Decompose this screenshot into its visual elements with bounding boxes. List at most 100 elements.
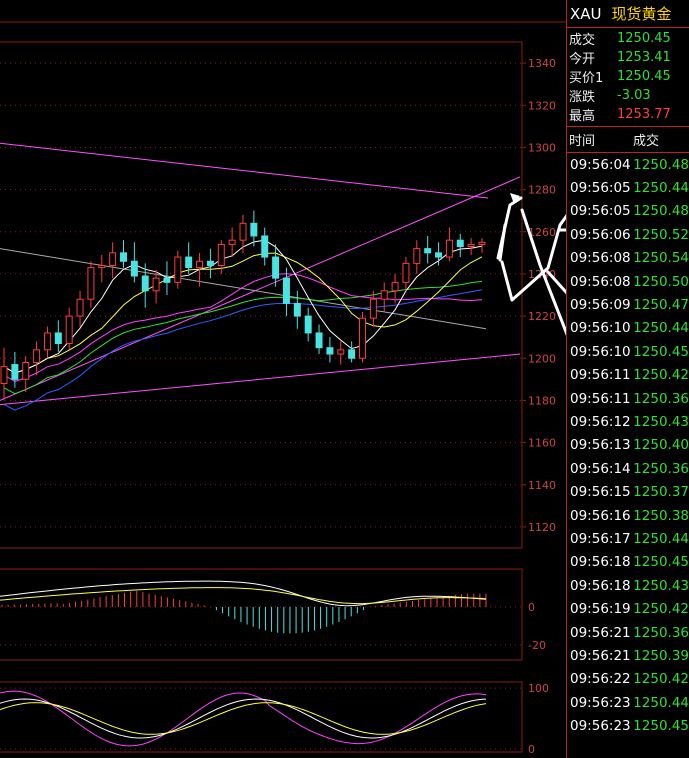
tick-time: 09:56:16 (570, 507, 631, 524)
tick-price: 1250.43 (633, 577, 689, 594)
tick-price: 1250.42 (633, 367, 689, 384)
tick-price: 1250.47 (633, 297, 689, 314)
kdj-d-line (0, 702, 487, 735)
tick-row: 09:56:16 1250.38 (567, 504, 689, 527)
tick-time: 09:56:12 (570, 413, 631, 430)
tick-time: 09:56:22 (570, 671, 631, 688)
candle-body (380, 290, 388, 300)
tick-header: 时间 成交 (567, 127, 689, 153)
candle-body (272, 256, 280, 279)
quote-label: 成交 (569, 33, 596, 48)
price-tick-label: 1160 (528, 437, 556, 450)
symbol-name: 现货黄金 (611, 5, 672, 23)
chart-area[interactable]: 1340 1320 1300 1280 1260 1240 1220 1200 1180 1160… (0, 0, 566, 758)
tick-time: 09:56:06 (570, 226, 631, 243)
price-tick-label: 1140 (528, 479, 556, 492)
price-tick-label: 1220 (528, 310, 556, 323)
tick-price: 1250.44 (633, 694, 689, 711)
quote-summary: 成交 1250.45 今开 1253.41 买价1 1250.45 涨跌 -3.03 最高 125… (567, 28, 689, 127)
tick-row: 09:56:21 1250.36 (567, 621, 689, 644)
candle-body (391, 281, 399, 292)
candle-body (141, 275, 149, 292)
candle-body (293, 302, 301, 317)
tick-time: 09:56:04 (570, 156, 631, 173)
tick-price: 1250.38 (633, 507, 689, 524)
tick-time: 09:56:13 (570, 437, 631, 454)
price-tick-label: 1340 (528, 57, 556, 70)
tick-time: 09:56:11 (570, 367, 631, 384)
tick-header-price: 成交 (633, 134, 660, 149)
ma-blue-line (3, 289, 483, 411)
candle-body (33, 349, 41, 363)
tick-row: 09:56:22 1250.42 (567, 668, 689, 691)
candle-body (282, 277, 290, 304)
tick-row: 09:56:10 1250.44 (567, 317, 689, 340)
candle-body (163, 277, 171, 283)
tick-row: 09:56:04 1250.48 (567, 153, 689, 176)
price-tick-label: 1120 (528, 521, 556, 534)
candle-body (76, 298, 84, 317)
tick-time: 09:56:05 (570, 203, 631, 220)
tick-row: 09:56:17 1250.44 (567, 527, 689, 550)
kdj-tick-label: 100 (528, 682, 549, 695)
candle-body (413, 248, 421, 264)
quote-side-panel: XAU 现货黄金 成交 1250.45 今开 1253.41 买价1 1250.45 涨跌 -… (566, 0, 689, 758)
macd-tick-label: 0 (528, 601, 535, 614)
tick-list[interactable]: 09:56:04 1250.48 09:56:05 1250.44 09:56:05 12… (567, 153, 689, 738)
macd-dea-line (0, 587, 487, 605)
tick-time: 09:56:23 (570, 718, 631, 735)
candle-body (174, 256, 182, 283)
candle-body (326, 347, 334, 355)
candle-body (315, 332, 323, 349)
candle-body (402, 262, 410, 283)
tick-time: 09:56:17 (570, 530, 631, 547)
tick-price: 1250.44 (633, 320, 689, 337)
kline-chart[interactable]: 1340132013001280126012401220120011801160… (0, 0, 566, 758)
quote-value: -3.03 (617, 88, 651, 103)
tick-row: 09:56:14 1250.36 (567, 457, 689, 480)
tick-row: 09:56:21 1250.39 (567, 644, 689, 667)
tick-price: 1250.40 (633, 437, 689, 454)
tick-price: 1250.48 (633, 203, 689, 220)
candle-body (337, 349, 345, 355)
price-tick-label: 1200 (528, 352, 556, 365)
price-tick-label: 1320 (528, 99, 556, 112)
tick-row: 09:56:11 1250.36 (567, 387, 689, 410)
symbol-header[interactable]: XAU 现货黄金 (567, 0, 689, 28)
candle-body (348, 349, 356, 359)
tick-row: 09:56:13 1250.40 (567, 434, 689, 457)
price-tick-label: 1280 (528, 184, 556, 197)
quote-row: 今开 1253.41 (567, 48, 689, 67)
tick-row: 09:56:19 1250.42 (567, 597, 689, 620)
macd-tick-label: -20 (528, 639, 546, 652)
tick-row: 09:56:18 1250.45 (567, 551, 689, 574)
tick-row: 09:56:12 1250.43 (567, 410, 689, 433)
candle-body (120, 252, 127, 262)
candle-body (87, 267, 95, 300)
quote-row: 涨跌 -3.03 (567, 86, 689, 105)
candle-body (0, 366, 8, 385)
ma-magenta-line (3, 273, 483, 382)
tick-price: 1250.36 (633, 460, 689, 477)
price-panel-frame (0, 41, 523, 549)
trendline-lower (0, 353, 521, 406)
candle-body (228, 239, 236, 245)
kdj-tick-label: 0 (528, 743, 535, 756)
tick-time: 09:56:18 (570, 554, 631, 571)
candle-body (109, 252, 117, 266)
tick-price: 1250.39 (633, 647, 689, 664)
tick-row: 09:56:11 1250.42 (567, 364, 689, 387)
candle-body (152, 277, 160, 292)
tick-row: 09:56:23 1250.45 (567, 714, 689, 737)
candle-body (217, 243, 225, 266)
tick-time: 09:56:11 (570, 390, 631, 407)
ma-white-line (3, 239, 483, 374)
tick-time: 09:56:21 (570, 624, 631, 641)
candle-body (130, 260, 138, 277)
tick-price: 1250.48 (633, 156, 689, 173)
candle-body (185, 256, 193, 269)
candle-body (206, 260, 214, 266)
tick-time: 09:56:15 (570, 484, 631, 501)
tick-header-time: 时间 (569, 134, 596, 149)
candle-body (424, 248, 432, 254)
